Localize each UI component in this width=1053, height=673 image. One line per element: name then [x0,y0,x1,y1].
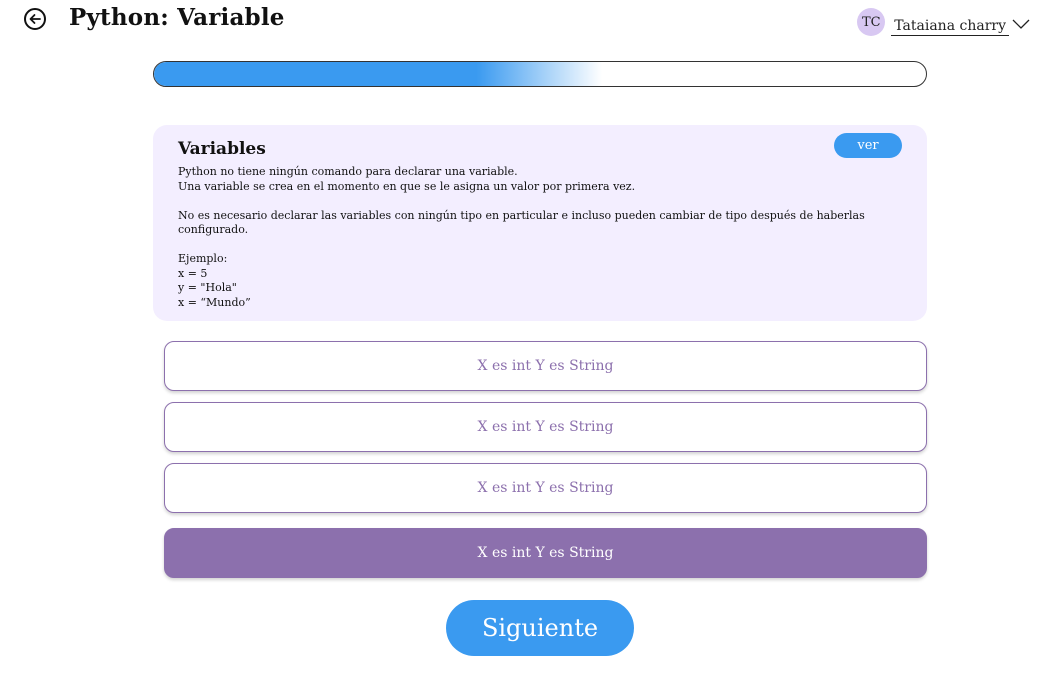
lesson-line: Ejemplo: [178,252,228,265]
answer-option-1[interactable]: X es int Y es String [164,341,927,391]
lesson-heading: Variables [178,139,266,159]
chevron-down-icon[interactable] [1011,17,1031,31]
answer-option-2[interactable]: X es int Y es String [164,402,927,452]
view-button[interactable]: ver [834,133,902,158]
lesson-line: Una variable se crea en el momento en qu… [178,179,636,193]
lesson-line: x = 5 [178,266,208,280]
next-button[interactable]: Siguiente [446,600,634,656]
lesson-line: No es necesario declarar las variables c… [178,208,865,237]
answer-option-4[interactable]: X es int Y es String [164,528,927,578]
lesson-line: x = “Mundo” [178,295,251,309]
progress-fill [154,62,602,86]
lesson-line: Python no tiene ningún comando para decl… [178,165,518,178]
progress-bar [153,61,927,87]
answer-option-3[interactable]: X es int Y es String [164,463,927,513]
lesson-body: Python no tiene ningún comando para decl… [178,165,902,310]
back-icon[interactable] [24,8,46,30]
avatar: TC [857,8,886,36]
user-name[interactable]: Tataiana charry [891,18,1009,36]
lesson-line: y = "Hola" [178,281,237,294]
page-title: Python: Variable [69,4,285,31]
header: Python: Variable TC Tataiana charry [0,0,1053,44]
lesson-card: Variables ver Python no tiene ningún com… [153,125,927,321]
user-menu[interactable]: TC Tataiana charry [857,8,1031,36]
